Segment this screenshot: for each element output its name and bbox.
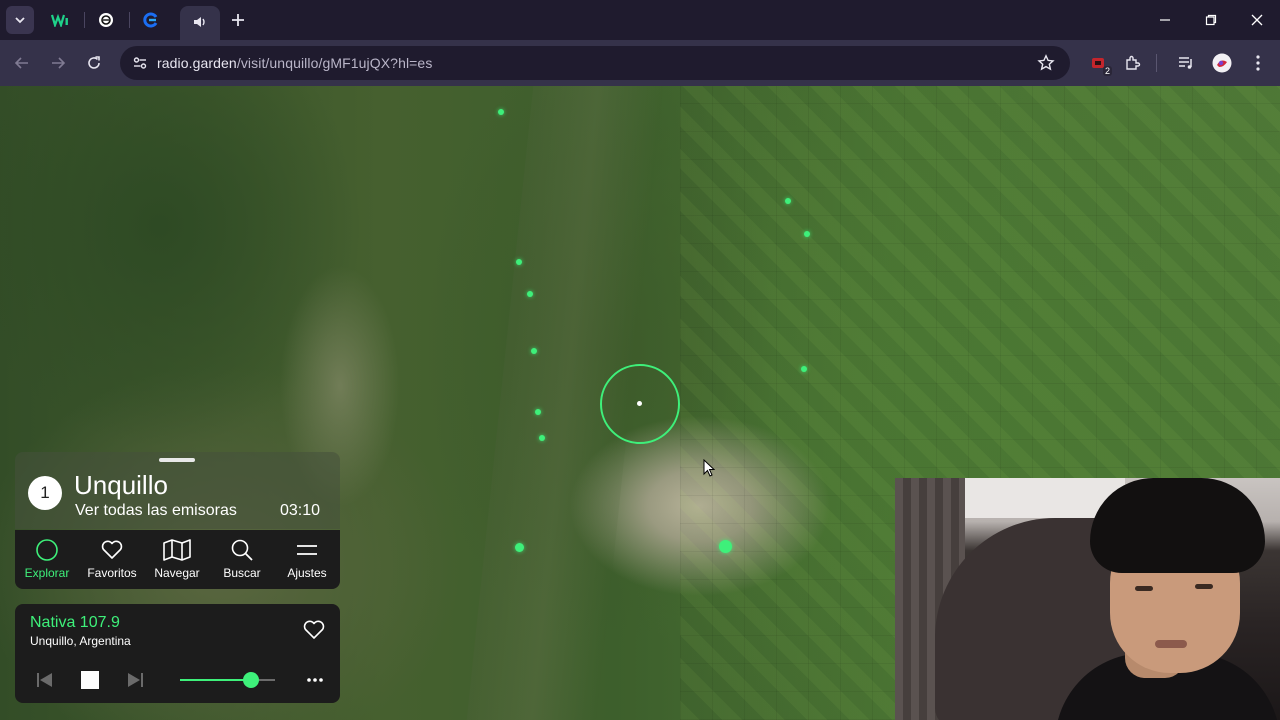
nav-favoritos[interactable]: Favoritos <box>80 538 144 584</box>
star-icon[interactable] <box>1037 54 1055 72</box>
nav-label: Explorar <box>24 566 70 580</box>
edge-icon <box>143 12 158 28</box>
nav-label: Navegar <box>154 566 200 580</box>
stop-button[interactable] <box>80 670 100 690</box>
station-dot[interactable] <box>527 291 533 297</box>
heart-icon <box>101 540 123 559</box>
station-dot[interactable] <box>531 348 537 354</box>
previous-button[interactable] <box>35 670 55 690</box>
url-path: /visit/unquillo/gMF1ujQX?hl=es <box>236 55 433 71</box>
player: Nativa 107.9 Unquillo, Argentina <box>15 604 340 703</box>
nav-ajustes[interactable]: Ajustes <box>275 538 339 584</box>
webcam-person-eye <box>1135 586 1153 591</box>
tab-edge[interactable] <box>139 8 163 32</box>
station-dot[interactable] <box>801 366 807 372</box>
favorite-heart-icon[interactable] <box>303 620 325 640</box>
tab-separator <box>129 12 130 28</box>
restore-icon <box>1205 14 1217 26</box>
browser-menu-button[interactable] <box>1244 49 1272 77</box>
nav-navegar[interactable]: Navegar <box>145 538 209 584</box>
webcam-person-mouth <box>1155 640 1187 648</box>
station-dot[interactable] <box>498 109 504 115</box>
nav-explorar[interactable]: Explorar <box>15 538 79 584</box>
more-icon <box>307 678 323 682</box>
kebab-icon <box>1256 55 1260 71</box>
see-all-stations-link[interactable]: Ver todas las emisoras <box>75 502 237 520</box>
station-dot[interactable] <box>515 543 524 552</box>
forward-icon <box>52 57 66 69</box>
plus-icon <box>232 14 244 26</box>
minimize-icon <box>1160 19 1170 21</box>
nav-buscar[interactable]: Buscar <box>210 538 274 584</box>
drag-handle[interactable] <box>159 458 195 462</box>
station-dot[interactable] <box>516 259 522 265</box>
webcam-person-eye <box>1195 584 1213 589</box>
next-button[interactable] <box>125 670 145 690</box>
back-icon <box>14 57 28 69</box>
tab-chatgpt[interactable] <box>94 8 118 32</box>
webcam-person-hair <box>1090 478 1265 573</box>
nav-label: Favoritos <box>87 566 137 580</box>
local-time: 03:10 <box>280 502 321 519</box>
station-dot[interactable] <box>785 198 791 204</box>
station-count-badge: 1 <box>28 476 62 510</box>
url-host: radio.garden <box>157 55 237 71</box>
circle-icon <box>36 539 58 561</box>
search-icon <box>231 539 253 561</box>
minimize-button[interactable] <box>1142 0 1188 40</box>
skip-previous-icon <box>37 673 52 687</box>
extension-button[interactable]: 2 <box>1084 49 1112 77</box>
wix-icon <box>51 13 68 27</box>
puzzle-icon <box>1126 55 1141 70</box>
restore-button[interactable] <box>1188 0 1234 40</box>
stop-icon <box>81 671 99 689</box>
skip-next-icon <box>128 673 143 687</box>
station-name[interactable]: Nativa 107.9 <box>30 614 120 632</box>
station-dot[interactable] <box>804 231 810 237</box>
bottom-nav: Explorar Favoritos Navegar Buscar Ajuste… <box>15 530 340 589</box>
profile-icon <box>1212 53 1232 73</box>
close-window-button[interactable] <box>1234 0 1280 40</box>
station-dot[interactable] <box>535 409 541 415</box>
back-button[interactable] <box>8 49 36 77</box>
media-control-button[interactable] <box>1172 49 1200 77</box>
tab-radio-garden[interactable] <box>180 6 220 40</box>
more-options-button[interactable] <box>305 670 325 695</box>
url-text[interactable]: radio.garden/visit/unquillo/gMF1ujQX?hl=… <box>157 55 432 71</box>
site-info-icon[interactable] <box>132 55 148 71</box>
place-title: Unquillo <box>74 470 168 500</box>
mouse-cursor-icon <box>703 459 715 477</box>
nav-label: Buscar <box>223 566 261 580</box>
map-icon <box>163 539 191 561</box>
extensions-menu-button[interactable] <box>1119 49 1147 77</box>
toolbar-separator <box>1156 54 1157 72</box>
profile-button[interactable] <box>1208 49 1236 77</box>
media-control-icon <box>1179 57 1192 69</box>
browser-toolbar: radio.garden/visit/unquillo/gMF1ujQX?hl=… <box>0 40 1280 86</box>
address-bar[interactable]: radio.garden/visit/unquillo/gMF1ujQX?hl=… <box>120 46 1070 80</box>
station-dot[interactable] <box>539 435 545 441</box>
speaker-icon <box>194 17 205 27</box>
nav-label: Ajustes <box>287 566 327 580</box>
new-tab-button[interactable] <box>226 8 250 32</box>
browser-tab-strip <box>0 0 1280 40</box>
tab-wix[interactable] <box>48 8 72 32</box>
reload-icon <box>88 56 100 69</box>
volume-knob[interactable] <box>243 672 260 688</box>
reload-button[interactable] <box>80 49 108 77</box>
forward-button[interactable] <box>44 49 72 77</box>
tab-search-button[interactable] <box>6 6 34 34</box>
volume-slider[interactable] <box>180 672 275 688</box>
station-location[interactable]: Unquillo, Argentina <box>30 634 131 648</box>
station-dot[interactable] <box>719 540 732 553</box>
menu-icon <box>297 545 317 555</box>
selected-station-dot[interactable] <box>637 401 642 406</box>
extension-badge: 2 <box>1102 66 1112 76</box>
volume-fill <box>180 679 252 681</box>
webcam-overlay <box>895 478 1280 720</box>
close-icon <box>1251 14 1263 26</box>
chevron-down-icon <box>15 17 25 24</box>
chatgpt-icon <box>99 13 113 27</box>
tab-separator <box>84 12 85 28</box>
